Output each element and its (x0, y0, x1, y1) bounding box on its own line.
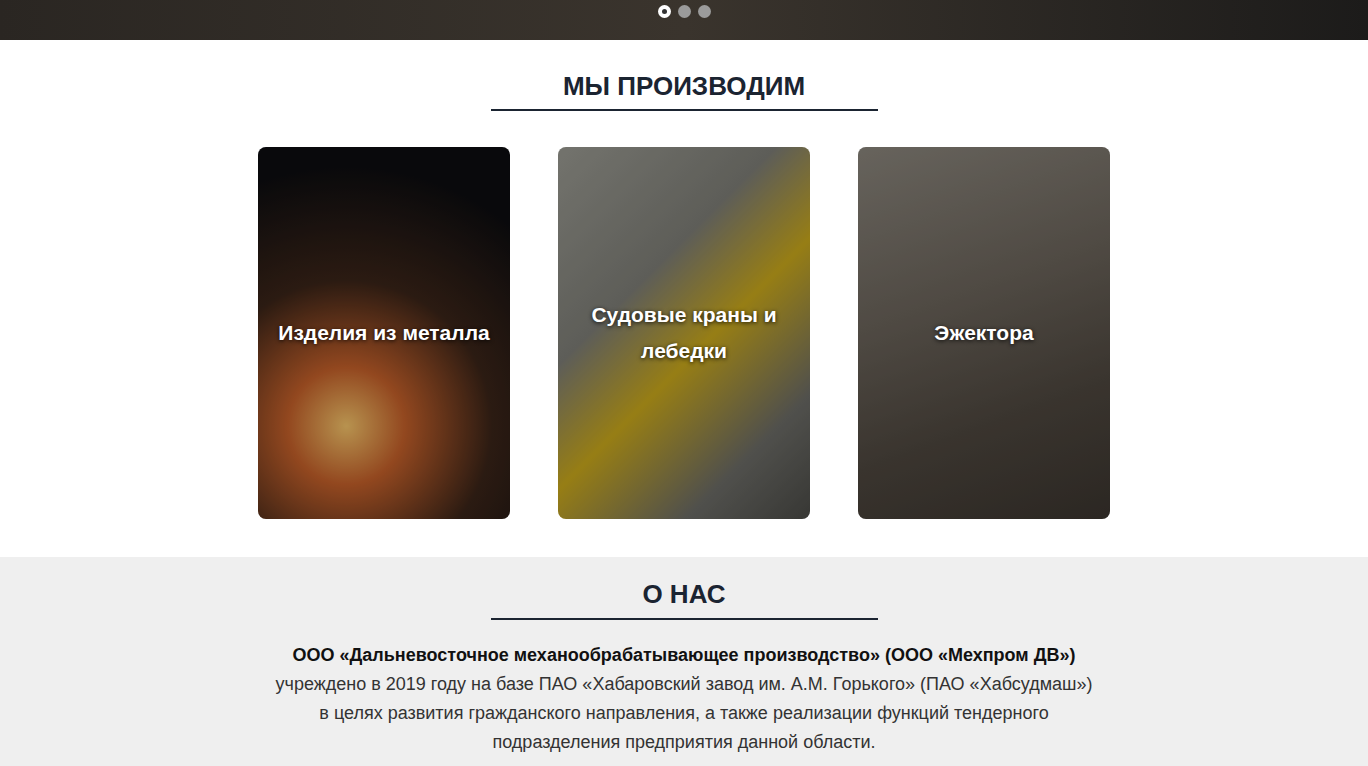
product-card-label: Изделия из металла (278, 315, 489, 351)
slider-dot[interactable] (658, 5, 671, 18)
page: МЫ ПРОИЗВОДИМ Изделия из металла Судовые к… (0, 0, 1368, 766)
product-cards: Изделия из металла Судовые краны и лебедк… (258, 147, 1110, 519)
about-line: учреждено в 2019 году на базе ПАО «Хабар… (276, 670, 1093, 699)
about-line: в целях развития гражданского направлени… (319, 699, 1048, 728)
products-section: МЫ ПРОИЗВОДИМ Изделия из металла Судовые к… (0, 40, 1368, 557)
product-card[interactable]: Изделия из металла (258, 147, 510, 519)
product-card[interactable]: Эжектора (858, 147, 1110, 519)
product-card-label: Судовые краны и лебедки (568, 297, 800, 369)
about-text: ООО «Дальневосточное механообрабатывающе… (276, 641, 1093, 757)
product-card-label: Эжектора (934, 315, 1033, 351)
about-line: ООО «Дальневосточное механообрабатывающе… (293, 641, 1076, 670)
product-card[interactable]: Судовые краны и лебедки (558, 147, 810, 519)
title-underline (491, 618, 878, 620)
about-line: подразделения предприятия данной области… (493, 728, 876, 757)
title-underline (491, 109, 878, 111)
slider-dot[interactable] (698, 5, 711, 18)
slider-dot[interactable] (678, 5, 691, 18)
section-title: О НАС (642, 576, 725, 612)
about-section: О НАС ООО «Дальневосточное механообрабаты… (0, 557, 1368, 766)
section-title: МЫ ПРОИЗВОДИМ (563, 68, 805, 104)
hero-banner (0, 0, 1368, 40)
